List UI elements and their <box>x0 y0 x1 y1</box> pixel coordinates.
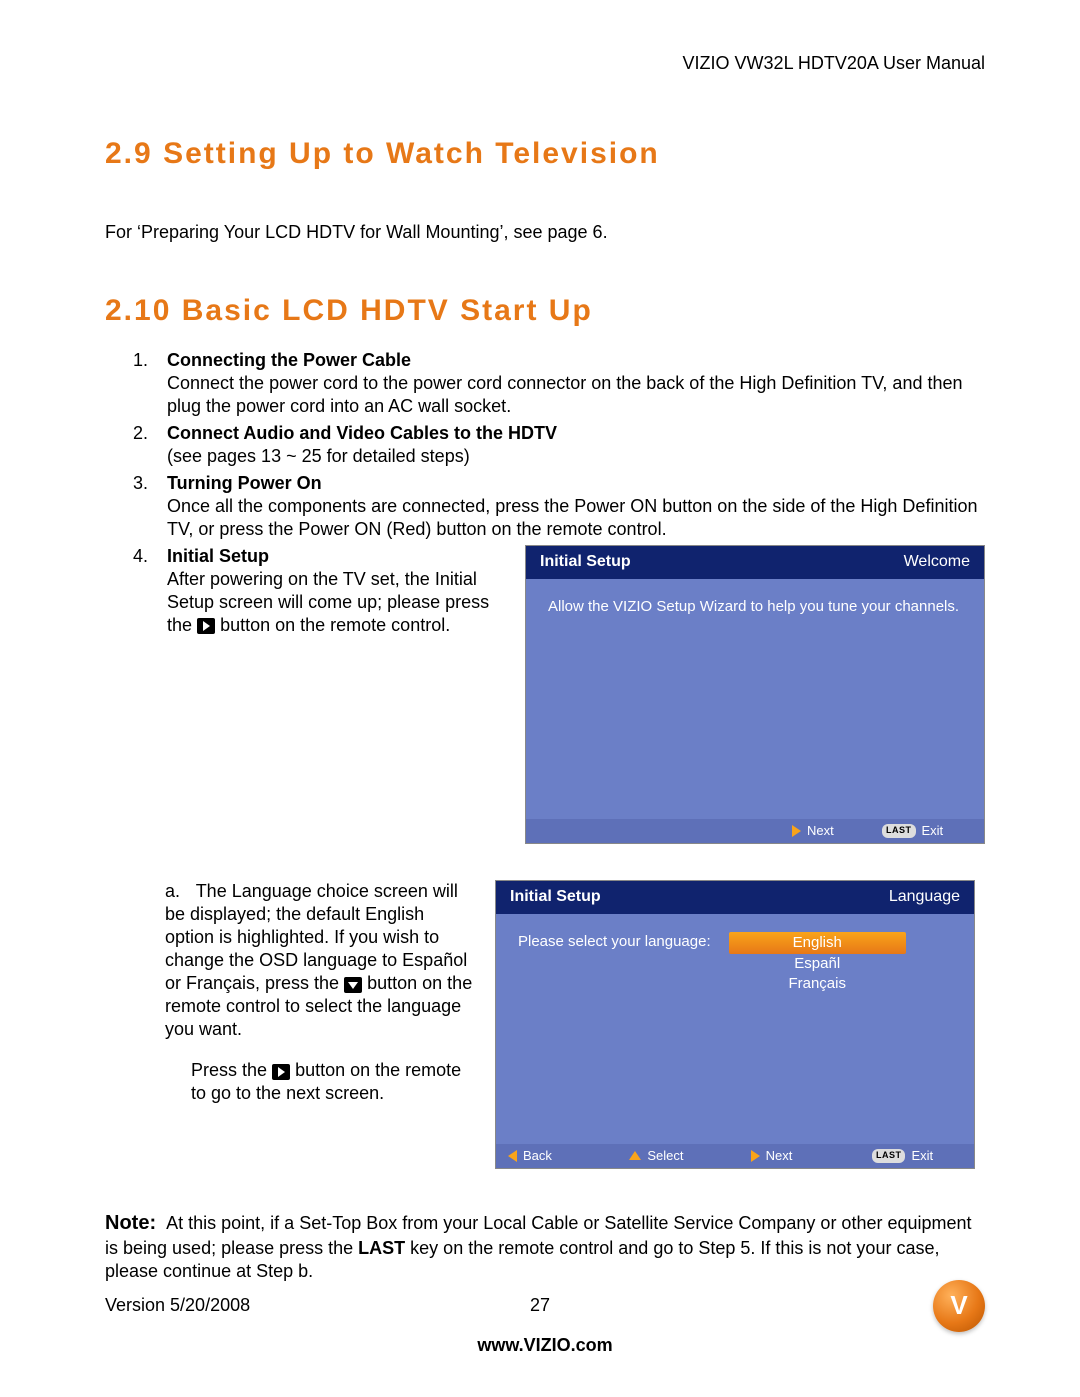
ss2-prompt: Please select your language: <box>518 932 711 952</box>
lang-option-espanol: Españl <box>729 954 906 974</box>
item3-head: Turning Power On <box>167 473 322 493</box>
item1-head: Connecting the Power Cable <box>167 350 411 370</box>
ss2-back: Back <box>508 1148 598 1165</box>
heading-2-10: 2.10 Basic LCD HDTV Start Up <box>105 292 985 330</box>
sec29-body: For ‘Preparing Your LCD HDTV for Wall Mo… <box>105 221 985 244</box>
note-last: LAST <box>358 1238 405 1258</box>
ss2-next: Next <box>751 1148 841 1165</box>
footer-version: Version 5/20/2008 <box>105 1294 250 1317</box>
select-icon <box>629 1151 641 1160</box>
note-label: Note: <box>105 1212 156 1234</box>
footer-url: www.VIZIO.com <box>105 1334 985 1357</box>
remote-play-icon <box>197 618 215 634</box>
ss1-exit: LAST Exit <box>882 823 972 840</box>
next-icon <box>792 825 801 837</box>
startup-list: Connecting the Power Cable Connect the p… <box>133 349 985 844</box>
next-icon <box>751 1150 760 1162</box>
list-item: Initial Setup After powering on the TV s… <box>133 545 985 844</box>
list-item: Connect Audio and Video Cables to the HD… <box>133 422 985 468</box>
heading-title: Setting Up to Watch Television <box>163 137 660 170</box>
remote-down-icon <box>344 977 362 993</box>
ss2-select: Select <box>629 1148 719 1165</box>
ss2-exit-label: Exit <box>911 1148 933 1165</box>
heading-2-9: 2.9 Setting Up to Watch Television <box>105 135 985 173</box>
ss1-title-left: Initial Setup <box>540 552 631 572</box>
ss2-back-label: Back <box>523 1148 552 1165</box>
ss2-select-label: Select <box>647 1148 683 1165</box>
heading-num: 2.9 <box>105 137 153 170</box>
ss1-exit-label: Exit <box>922 823 944 840</box>
ss2-next-label: Next <box>766 1148 793 1165</box>
ss2-exit: LAST Exit <box>872 1148 962 1165</box>
remote-play-icon <box>272 1064 290 1080</box>
ss1-next-label: Next <box>807 823 834 840</box>
last-pill-icon: LAST <box>882 824 916 838</box>
sub-a-label: a. <box>165 880 191 903</box>
note-paragraph: Note: At this point, if a Set-Top Box fr… <box>105 1211 985 1283</box>
heading-num: 2.10 <box>105 294 171 327</box>
item1-body: Connect the power cord to the power cord… <box>167 373 963 416</box>
item2-body: (see pages 13 ~ 25 for detailed steps) <box>167 446 470 466</box>
item3-body: Once all the components are connected, p… <box>167 496 977 539</box>
item2-head: Connect Audio and Video Cables to the HD… <box>167 423 557 443</box>
heading-title: Basic LCD HDTV Start Up <box>182 294 593 327</box>
item4-head: Initial Setup <box>167 546 269 566</box>
screenshot-initial-setup-welcome: Initial Setup Welcome Allow the VIZIO Se… <box>525 545 985 844</box>
list-item: Turning Power On Once all the components… <box>133 472 985 541</box>
doc-header: VIZIO VW32L HDTV20A User Manual <box>105 52 985 75</box>
substep-a: a. The Language choice screen will be di… <box>165 880 985 1169</box>
vizio-logo-icon: V <box>933 1280 985 1332</box>
footer-pagenum: 27 <box>530 1294 550 1317</box>
list-item: Connecting the Power Cable Connect the p… <box>133 349 985 418</box>
back-icon <box>508 1150 517 1162</box>
last-pill-icon: LAST <box>872 1149 906 1163</box>
lang-option-francais: Français <box>729 974 906 994</box>
ss1-title-right: Welcome <box>904 552 970 572</box>
sub-a-body-c: Press the <box>191 1060 267 1080</box>
ss1-body: Allow the VIZIO Setup Wizard to help you… <box>526 579 984 819</box>
item4-body-b: button on the remote control. <box>220 615 450 635</box>
ss2-title-left: Initial Setup <box>510 887 601 907</box>
page-footer: Version 5/20/2008 27 V www.VIZIO.com <box>0 1280 1080 1357</box>
screenshot-initial-setup-language: Initial Setup Language Please select you… <box>495 880 975 1169</box>
ss1-next: Next <box>792 823 882 840</box>
ss2-title-right: Language <box>889 887 960 907</box>
lang-option-english: English <box>729 932 906 954</box>
